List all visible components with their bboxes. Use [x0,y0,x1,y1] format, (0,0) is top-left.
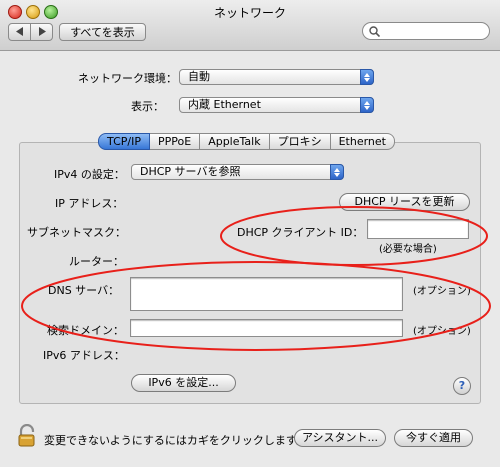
window-title: ネットワーク [213,6,286,20]
client-id-note: (必要な場合) [379,244,437,255]
tab-appletalk[interactable]: AppleTalk [200,133,270,150]
search-domains-optional-note: (オプション) [413,326,471,337]
ipv4-value: DHCP サーバを参照 [140,165,241,178]
back-button[interactable] [8,23,31,41]
lock-message: 変更できないようにするにはカギをクリックします。 [44,434,307,447]
router-label: ルーター： [69,255,124,268]
back-arrow-icon [15,26,24,39]
ipv6-address-label: IPv6 アドレス： [43,349,125,362]
assistant-button[interactable]: アシスタント... [294,429,386,447]
dhcp-client-id-label: DHCP クライアント ID： [237,226,364,239]
ip-address-label: IP アドレス： [55,197,124,210]
subnet-mask-label: サブネットマスク： [27,226,126,239]
show-value: 内蔵 Ethernet [188,98,261,111]
forward-button[interactable] [30,23,53,41]
show-all-button[interactable]: すべてを表示 [59,23,146,41]
apply-now-button[interactable]: 今すぐ適用 [394,429,473,447]
show-label: 表示： [131,100,164,113]
ipv4-popup[interactable]: DHCP サーバを参照 [131,164,344,180]
renew-dhcp-lease-button[interactable]: DHCP リースを更新 [339,193,470,211]
popup-arrows-icon [330,164,344,180]
show-popup[interactable]: 内蔵 Ethernet [179,97,374,113]
location-label: ネットワーク環境： [78,72,177,85]
search-domains-field[interactable] [130,319,403,337]
ipv4-label: IPv4 の設定： [54,168,125,181]
lock-button[interactable] [15,423,39,451]
help-button[interactable]: ? [453,377,471,395]
dhcp-client-id-field[interactable] [367,219,469,239]
dns-optional-note: (オプション) [413,286,471,297]
network-preferences-window: ネットワーク すべてを表示 ネットワーク環境： 自動 表示： 内蔵 Ethern… [0,0,500,467]
popup-arrows-icon [360,97,374,113]
search-domains-label: 検索ドメイン： [47,324,124,337]
search-field[interactable] [362,22,490,40]
location-value: 自動 [188,70,210,83]
configure-ipv6-button[interactable]: IPv6 を設定... [131,374,236,392]
tab-bar: TCP/IP PPPoE AppleTalk プロキシ Ethernet [98,133,395,150]
tab-proxies[interactable]: プロキシ [269,133,331,150]
title-bar: ネットワーク すべてを表示 [0,0,500,51]
dns-servers-label: DNS サーバ： [48,284,120,297]
tab-pppoe[interactable]: PPPoE [149,133,201,150]
tab-tcpip[interactable]: TCP/IP [98,133,150,150]
location-popup[interactable]: 自動 [179,69,374,85]
tab-ethernet[interactable]: Ethernet [330,133,395,150]
dns-servers-field[interactable] [130,277,403,311]
padlock-icon [15,423,39,451]
popup-arrows-icon [360,69,374,85]
forward-arrow-icon [38,26,46,39]
